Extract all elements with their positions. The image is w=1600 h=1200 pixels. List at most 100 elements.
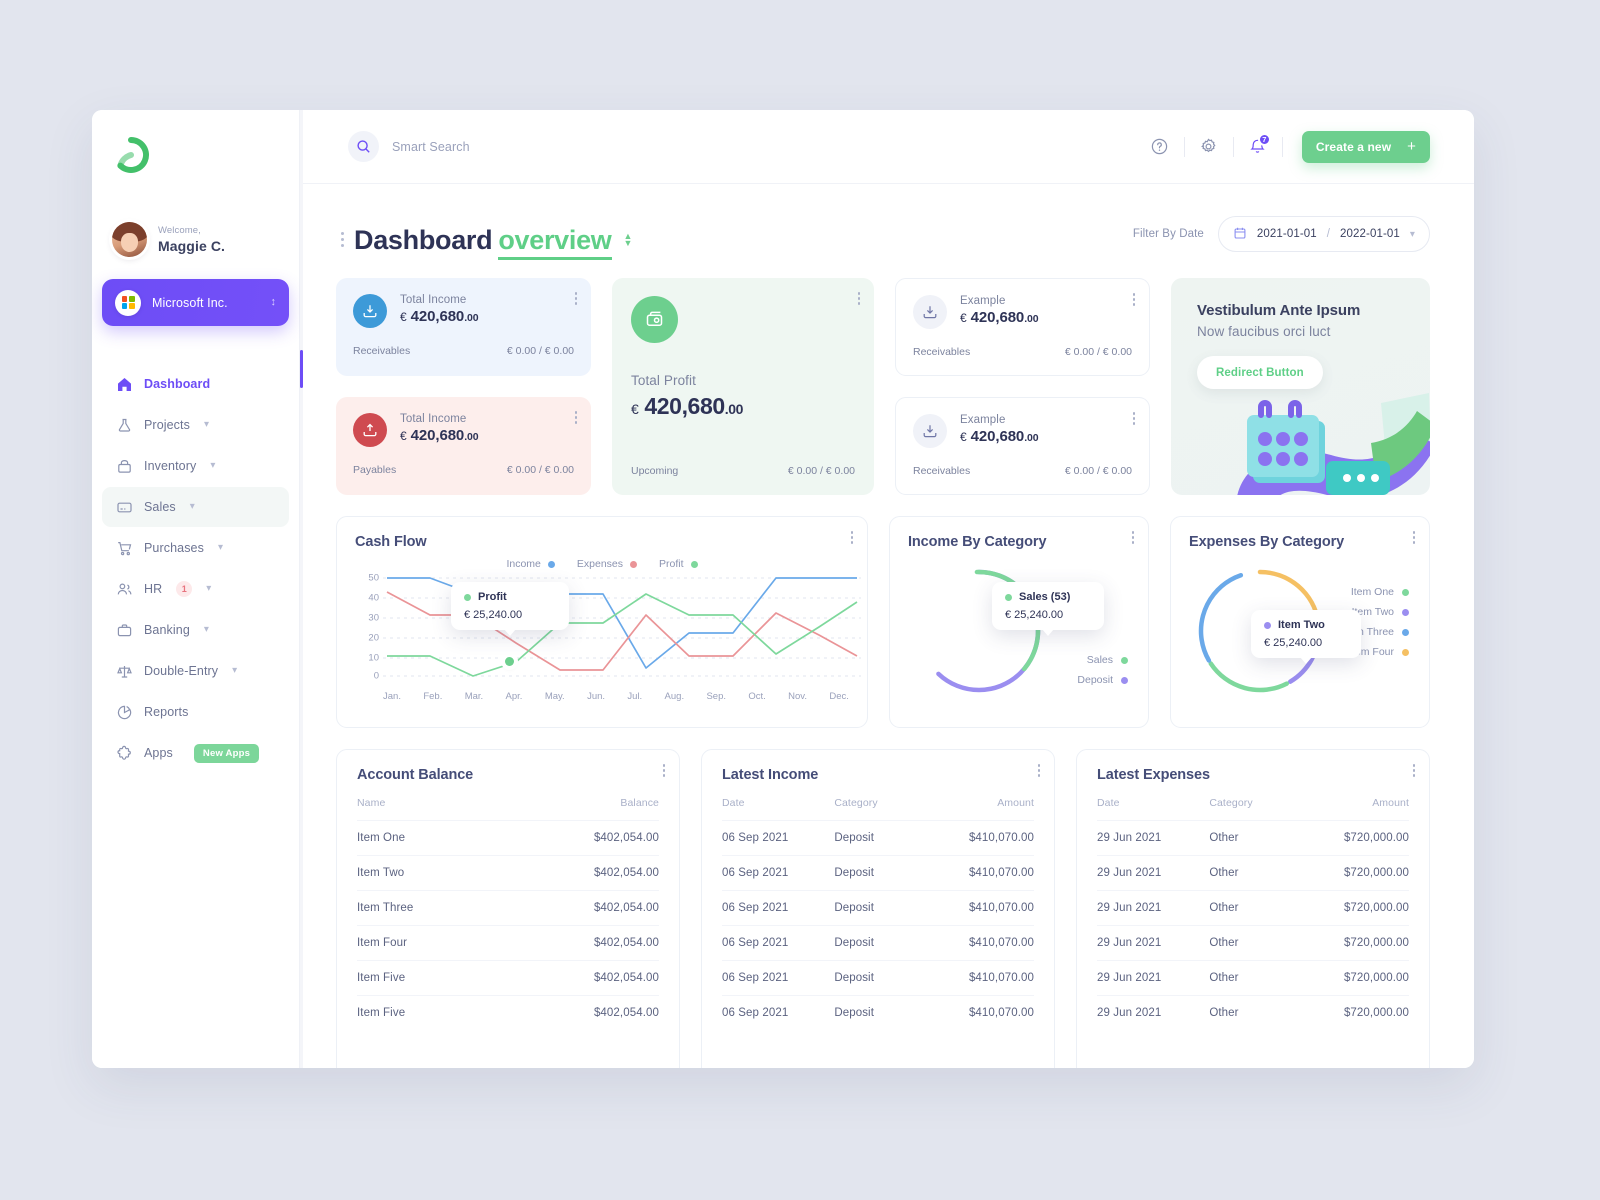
sidebar-item-label: HR: [144, 582, 163, 596]
table-row[interactable]: 06 Sep 2021 Deposit $410,070.00: [722, 820, 1034, 856]
card-label: Total Income: [400, 413, 467, 425]
legend-item-sales[interactable]: Sales: [1077, 654, 1128, 666]
table-row[interactable]: 29 Jun 2021 Other $720,000.00: [1097, 995, 1409, 1030]
sidebar-item-projects[interactable]: Projects ▾: [102, 405, 289, 445]
table-row[interactable]: 29 Jun 2021 Other $720,000.00: [1097, 960, 1409, 996]
sidebar-item-double-entry[interactable]: Double-Entry ▾: [102, 651, 289, 691]
card-example-two[interactable]: Example € 420,680.00 Receivables € 0.00 …: [895, 397, 1150, 495]
notification-badge: 7: [1257, 132, 1271, 146]
sidebar-item-label: Inventory: [144, 459, 197, 473]
sidebar-item-reports[interactable]: Reports: [102, 692, 289, 732]
table-row[interactable]: 06 Sep 2021 Deposit $410,070.00: [722, 925, 1034, 961]
date-to: 2022-01-01: [1340, 228, 1400, 240]
card-menu-icon[interactable]: [850, 531, 853, 544]
scrollbar-track[interactable]: [300, 110, 303, 1068]
sort-toggle-icon[interactable]: ▲ ▼: [624, 231, 633, 247]
card-total-profit[interactable]: Total Profit € 420,680.00 Upcoming € 0.0…: [612, 278, 874, 495]
table-row[interactable]: 29 Jun 2021 Other $720,000.00: [1097, 820, 1409, 856]
sidebar-item-label: Dashboard: [144, 377, 211, 391]
y-tick: 0: [373, 670, 379, 682]
cell-date: 06 Sep 2021: [722, 925, 835, 961]
column-header: Amount: [997, 797, 1034, 809]
card-footer-key: Receivables: [913, 346, 971, 358]
table-row[interactable]: 29 Jun 2021 Other $720,000.00: [1097, 925, 1409, 961]
card-menu-icon[interactable]: [574, 292, 577, 305]
help-icon[interactable]: [1143, 130, 1177, 164]
drag-handle-icon[interactable]: [336, 232, 348, 247]
org-switcher[interactable]: Microsoft Inc. ↕: [102, 279, 289, 326]
table-row[interactable]: 06 Sep 2021 Deposit $410,070.00: [722, 890, 1034, 926]
sidebar-item-banking[interactable]: Banking ▾: [102, 610, 289, 650]
card-payables[interactable]: Total Income € 420,680.00 Payables € 0.0…: [336, 397, 591, 495]
table-row[interactable]: 06 Sep 2021 Deposit $410,070.00: [722, 995, 1034, 1030]
card-menu-icon[interactable]: [1412, 764, 1415, 777]
cell-category: Other: [1209, 960, 1307, 996]
sidebar-item-hr[interactable]: HR 1 ▾: [102, 569, 289, 609]
table-row[interactable]: Item Four $402,054.00: [357, 925, 659, 961]
topbar: 7 Create a new +: [300, 110, 1474, 184]
table-row[interactable]: Item Two $402,054.00: [357, 855, 659, 891]
legend-item-item-one[interactable]: Item One: [1343, 586, 1409, 598]
sidebar-item-inventory[interactable]: Inventory ▾: [102, 446, 289, 486]
table-row[interactable]: 29 Jun 2021 Other $720,000.00: [1097, 855, 1409, 891]
legend-item-deposit[interactable]: Deposit: [1077, 674, 1128, 686]
card-menu-icon[interactable]: [1037, 764, 1040, 777]
table-row[interactable]: Item Five $402,054.00: [357, 960, 659, 996]
amount-value: 420,680: [970, 428, 1025, 445]
card-example-one[interactable]: Example € 420,680.00 Receivables € 0.00 …: [895, 278, 1150, 376]
table-row[interactable]: Item Five $402,054.00: [357, 995, 659, 1030]
table-row[interactable]: Item One $402,054.00: [357, 820, 659, 856]
account-balance-table: Name Balance Item One $402,054.00 Item Tw…: [357, 797, 659, 1030]
bell-icon[interactable]: 7: [1241, 130, 1275, 164]
create-new-button[interactable]: Create a new +: [1301, 130, 1430, 163]
card-menu-icon[interactable]: [662, 764, 665, 777]
card-menu-icon[interactable]: [574, 411, 577, 424]
stats-row: Total Income € 420,680.00 Receivables € …: [336, 278, 1430, 495]
date-range-picker[interactable]: 2021-01-01 / 2022-01-01 ▾: [1217, 216, 1430, 252]
cell-category: Deposit: [834, 820, 932, 856]
sidebar-item-apps[interactable]: Apps New Apps: [102, 733, 289, 773]
dashboard-grid: Total Income € 420,680.00 Receivables € …: [300, 256, 1474, 1068]
chart-legend: Income Expenses Profit: [355, 558, 849, 570]
sidebar-item-dashboard[interactable]: Dashboard: [102, 364, 289, 404]
card-label: Example: [960, 414, 1006, 426]
table-row[interactable]: Item Three $402,054.00: [357, 890, 659, 926]
sidebar-item-purchases[interactable]: Purchases ▾: [102, 528, 289, 568]
chevron-down-icon: ▾: [203, 624, 209, 635]
legend-label: Income: [506, 558, 541, 570]
table-row[interactable]: 06 Sep 2021 Deposit $410,070.00: [722, 855, 1034, 891]
search-input[interactable]: [392, 139, 652, 154]
legend-item-expenses[interactable]: Expenses: [577, 558, 638, 570]
card-menu-icon[interactable]: [1131, 531, 1134, 544]
divider: [1232, 136, 1234, 157]
x-tick: Jul.: [627, 691, 643, 702]
legend-item-profit[interactable]: Profit: [659, 558, 698, 570]
cell-name: Item Five: [357, 960, 498, 996]
sidebar: Welcome, Maggie C. Microsoft Inc. ↕ Dash…: [92, 110, 300, 1068]
microsoft-icon: [115, 289, 141, 316]
card-menu-icon[interactable]: [1412, 531, 1415, 544]
user-welcome[interactable]: Welcome, Maggie C.: [112, 222, 299, 257]
chart-point-marker[interactable]: [505, 657, 514, 666]
sidebar-item-sales[interactable]: Sales ▾: [102, 487, 289, 527]
hr-count-badge: 1: [176, 581, 193, 597]
card-footer-key: Receivables: [353, 345, 411, 357]
card-footer-value: € 0.00 / € 0.00: [787, 465, 855, 477]
card-footer: Payables € 0.00 / € 0.00: [353, 464, 574, 476]
card-total-income[interactable]: Total Income € 420,680.00 Receivables € …: [336, 278, 591, 376]
card-menu-icon[interactable]: [1132, 412, 1135, 425]
card-menu-icon[interactable]: [857, 292, 860, 305]
column-header: Date: [1097, 797, 1120, 809]
app-logo[interactable]: [112, 136, 150, 174]
briefcase-icon: [116, 622, 133, 639]
gear-icon[interactable]: [1192, 130, 1226, 164]
table-row[interactable]: 06 Sep 2021 Deposit $410,070.00: [722, 960, 1034, 996]
latest-expenses-table: Date Category Amount 29 Jun 2021 Other $72…: [1097, 797, 1409, 1030]
table-row[interactable]: 29 Jun 2021 Other $720,000.00: [1097, 890, 1409, 926]
search-icon[interactable]: [348, 131, 379, 162]
legend-item-income[interactable]: Income: [506, 558, 555, 570]
x-tick: May.: [544, 691, 565, 702]
card-menu-icon[interactable]: [1132, 293, 1135, 306]
cell-date: 29 Jun 2021: [1097, 960, 1210, 996]
scrollbar-thumb[interactable]: [300, 350, 303, 388]
